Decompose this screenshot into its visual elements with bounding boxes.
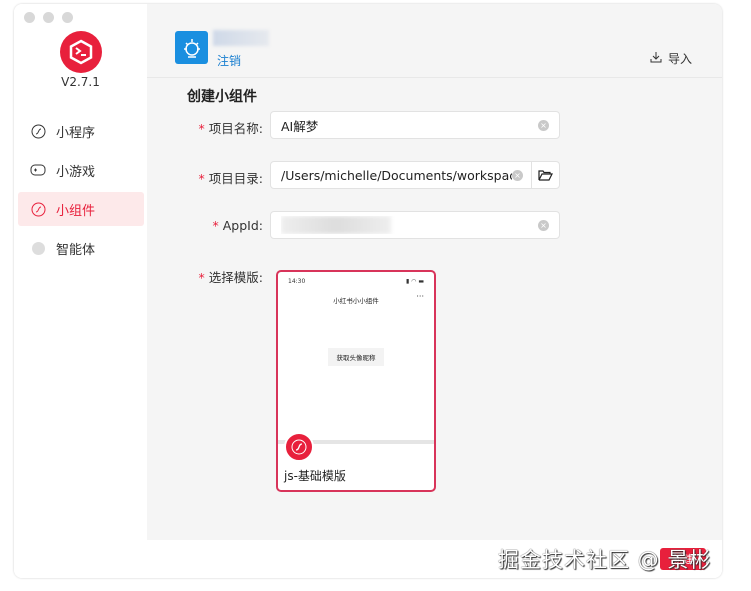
- appid-blurred: [281, 216, 391, 234]
- status-icons: ▮ ◠ ▬: [405, 278, 424, 285]
- template-label: * 选择模版:: [198, 270, 263, 285]
- preview-page-title: 小红书小小组件: [333, 297, 379, 305]
- clear-icon[interactable]: ×: [538, 219, 549, 231]
- template-name: js-基础模版: [284, 469, 346, 483]
- logout-link[interactable]: 注销: [217, 52, 241, 69]
- maximize-button[interactable]: [62, 12, 73, 23]
- miniprogram-logo-icon: [284, 432, 314, 462]
- preview-time: 14:30: [288, 278, 306, 285]
- main-panel: 注销 导入 创建小组件 * 项目名称: AI解梦 × * 项目目录: /Users/…: [147, 4, 722, 540]
- download-icon: [650, 51, 662, 66]
- appid-input[interactable]: ×: [270, 211, 560, 239]
- header: 注销 导入: [147, 4, 722, 78]
- preview-button: 获取头像昵称: [328, 348, 384, 366]
- project-name-value: AI解梦: [281, 118, 319, 134]
- app-logo-icon: [60, 31, 102, 73]
- sidebar-item-label: 小游戏: [56, 164, 96, 180]
- link-circle-icon: [30, 201, 46, 217]
- sidebar-item-agent[interactable]: 智能体: [18, 231, 144, 265]
- sidebar-item-label: 小组件: [56, 203, 96, 219]
- app-window: V2.7.1 小程序 小游戏 小组件 智能体 注销 导入 创建小组件 * 项目名…: [14, 4, 722, 578]
- import-button[interactable]: 导入: [650, 50, 692, 67]
- page-title: 创建小组件: [187, 89, 257, 105]
- window-controls: [24, 12, 73, 23]
- user-avatar[interactable]: [175, 31, 208, 64]
- appid-label: * AppId:: [212, 218, 263, 233]
- agent-icon: [30, 240, 46, 256]
- sidebar-item-widget[interactable]: 小组件: [18, 192, 144, 226]
- folder-open-icon[interactable]: [531, 161, 559, 189]
- project-name-input[interactable]: AI解梦 ×: [270, 111, 560, 139]
- dir-label: * 项目目录:: [198, 171, 263, 186]
- sidebar-item-label: 小程序: [56, 125, 96, 141]
- username-blurred: [213, 30, 269, 46]
- template-card-selected[interactable]: 14:30 ▮ ◠ ▬ 小红书小小组件 ··· 获取头像昵称 js-基础模版: [276, 270, 436, 492]
- close-button[interactable]: [24, 12, 35, 23]
- minimize-button[interactable]: [43, 12, 54, 23]
- sidebar-item-label: 智能体: [56, 242, 96, 258]
- clear-icon[interactable]: ×: [512, 169, 523, 181]
- sidebar-item-miniprogram[interactable]: 小程序: [18, 114, 144, 148]
- app-version: V2.7.1: [61, 75, 100, 89]
- more-icon: ···: [416, 292, 424, 301]
- link-circle-icon: [30, 123, 46, 139]
- sidebar: V2.7.1 小程序 小游戏 小组件 智能体: [14, 4, 147, 578]
- gamepad-icon: [30, 162, 46, 178]
- sidebar-item-minigame[interactable]: 小游戏: [18, 153, 144, 187]
- clear-icon[interactable]: ×: [538, 119, 549, 131]
- name-label: * 项目名称:: [198, 121, 263, 136]
- project-dir-input[interactable]: /Users/michelle/Documents/workspace/ ×: [270, 161, 560, 189]
- project-dir-value: /Users/michelle/Documents/workspace/: [281, 167, 512, 183]
- watermark: 掘金技术社区 @ 景彬: [498, 548, 712, 572]
- import-label: 导入: [667, 52, 692, 66]
